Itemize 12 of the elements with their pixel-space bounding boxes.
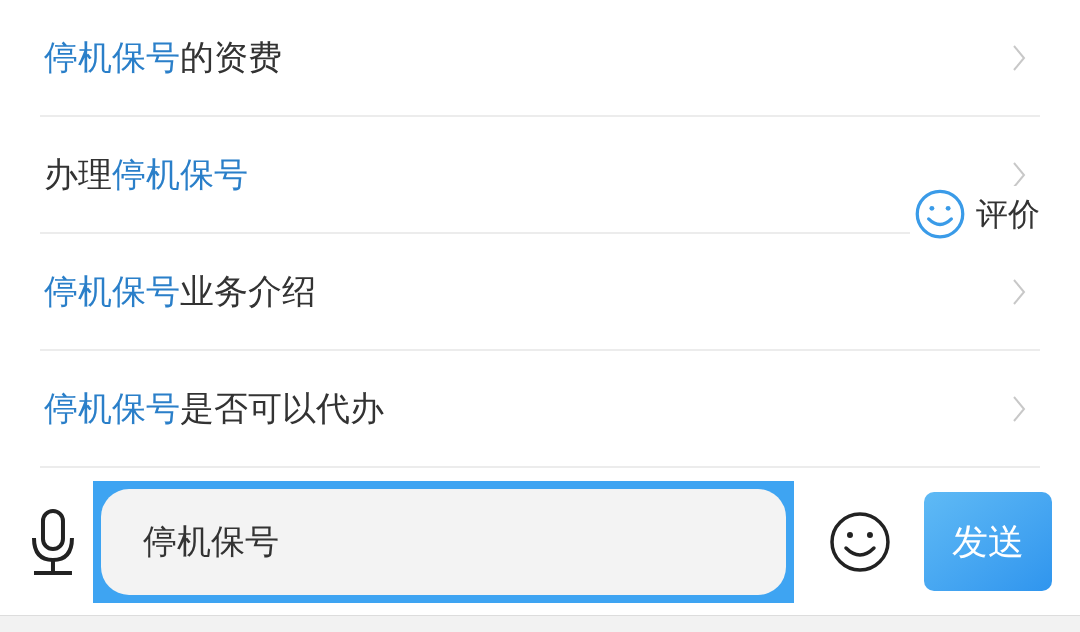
chevron-right-icon (1012, 160, 1026, 189)
suggestion-item[interactable]: 停机保号的资费 (44, 32, 282, 83)
suggestion-item[interactable]: 办理停机保号 (44, 149, 248, 200)
chevron-right-icon (1012, 277, 1026, 306)
message-input[interactable]: 停机保号 (100, 488, 787, 595)
input-value: 停机保号 (142, 520, 279, 563)
rate-label: 评价 (976, 194, 1040, 235)
chevron-right-icon (1012, 394, 1026, 423)
chevron-right-icon (1012, 43, 1026, 72)
suggestion-item[interactable]: 停机保号业务介绍 (44, 266, 316, 317)
smiley-icon[interactable] (828, 509, 893, 574)
suggestion-item[interactable]: 停机保号是否可以代办 (44, 383, 384, 434)
